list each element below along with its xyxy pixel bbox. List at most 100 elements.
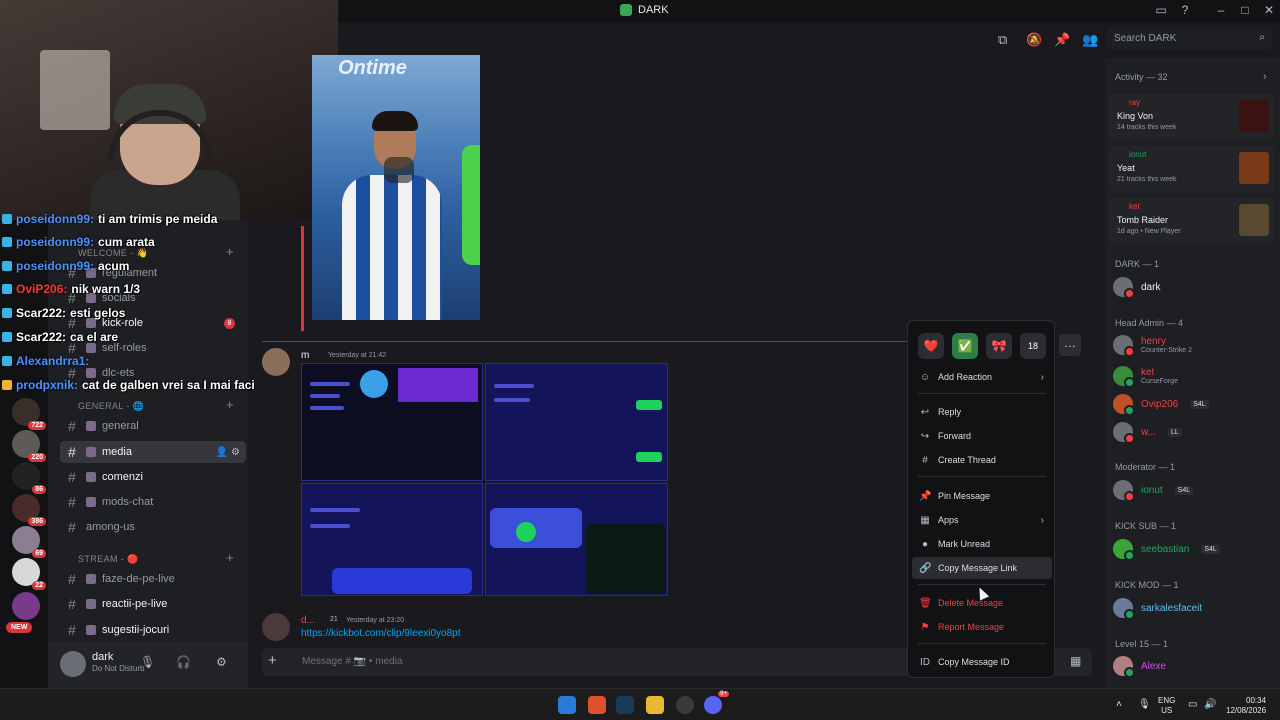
member-name: Alexe [1141, 660, 1167, 672]
close-icon[interactable]: ✕ [1260, 3, 1278, 17]
menu-copy-message-id[interactable]: ID Copy Message ID [912, 651, 1052, 673]
channel-media[interactable]: # media 👤 ⚙ [60, 441, 246, 463]
channel-emoji [86, 625, 96, 635]
play-icon[interactable] [384, 157, 414, 183]
activity-card[interactable]: ket Tomb Raider 1d ago • New Player [1109, 198, 1275, 244]
server-icon-1[interactable]: 722 [12, 398, 46, 430]
server-icon-4[interactable]: 386 [12, 494, 46, 526]
notifications-icon[interactable]: 🔕 [1026, 32, 1042, 48]
threads-icon[interactable]: ⧉ [998, 32, 1007, 48]
menu-forward[interactable]: ↪ Forward [912, 425, 1052, 447]
member-ket[interactable]: ket CurseForge [1113, 363, 1178, 389]
stream-chat-line: poseidonn99: ti am trimis pe meida [2, 210, 217, 228]
server-icon-5[interactable]: 69 [12, 526, 46, 558]
menu-copy-message-link[interactable]: 🔗 Copy Message Link [912, 557, 1052, 579]
message-author[interactable]: m [301, 350, 309, 361]
inbox-icon[interactable]: ▭ [1152, 3, 1170, 17]
reaction-check[interactable]: ✅ [952, 333, 978, 359]
menu-create-thread[interactable]: # Create Thread [912, 449, 1052, 471]
network-icon[interactable]: ▭ [1188, 699, 1197, 710]
language-indicator[interactable]: ENG US [1158, 696, 1175, 716]
menu-mark-unread[interactable]: ● Mark Unread [912, 533, 1052, 555]
more-options-button[interactable]: … [1059, 334, 1081, 356]
menu-apps[interactable]: ▦ Apps › [912, 509, 1052, 531]
reaction-18[interactable]: 18 [1020, 333, 1046, 359]
channel-settings-icon[interactable]: 👤 ⚙ [216, 447, 240, 458]
channel-comenzi[interactable]: # comenzi [60, 466, 246, 488]
reaction-ribbon[interactable]: 🎀 [986, 333, 1012, 359]
headphones-icon[interactable]: 🎧 [176, 655, 191, 669]
add-channel-icon[interactable]: + [226, 244, 234, 259]
discord-window: DARK ▭ ? – □ ✕ 722 220 86 386 69 22 NEW … [0, 0, 1280, 688]
microphone-icon[interactable]: 🎙 [140, 655, 155, 669]
menu-pin-message[interactable]: 📌 Pin Message [912, 485, 1052, 507]
channel-mods-chat[interactable]: # mods-chat [60, 491, 246, 513]
member-sarkalesfaceit[interactable]: sarkalesfaceit [1113, 595, 1202, 621]
members-icon[interactable]: 👥 [1082, 32, 1098, 48]
attachment-image[interactable] [301, 483, 483, 596]
server-icon-3[interactable]: 86 [12, 462, 46, 494]
channel-label: faze-de-pe-live [102, 573, 175, 585]
server-icon-7[interactable] [12, 592, 40, 620]
microphone-icon[interactable]: 🎙 [1138, 699, 1151, 710]
chat-user: prodpxnik: [16, 378, 78, 392]
obs-icon[interactable] [676, 696, 694, 714]
steam-icon[interactable] [616, 696, 634, 714]
message-author[interactable]: d... [301, 615, 315, 626]
channel-sugestii-jocuri[interactable]: # sugestii-jocuri [60, 619, 246, 641]
menu-add-reaction[interactable]: ☺ Add Reaction › [912, 366, 1052, 388]
member-ionut[interactable]: ionut S4L [1113, 477, 1194, 503]
thread-icon: # [922, 454, 928, 466]
activity-card[interactable]: ray King Von 14 tracks this week [1109, 94, 1275, 140]
clock[interactable]: 00:34 12/08/2026 [1226, 696, 1266, 716]
post-image[interactable]: Ontime [312, 55, 480, 320]
category-general[interactable]: GENERAL - 🌐 [78, 401, 144, 412]
add-channel-icon[interactable]: + [226, 550, 234, 565]
avatar[interactable] [60, 651, 86, 677]
attachment-image[interactable] [301, 363, 483, 481]
channel-faze-de-pe-live[interactable]: # faze-de-pe-live [60, 568, 246, 590]
member-dark[interactable]: dark [1113, 274, 1160, 300]
avatar [1113, 335, 1135, 357]
pin-icon[interactable]: 📌 [1054, 32, 1070, 48]
menu-reply[interactable]: ↩ Reply [912, 401, 1052, 423]
category-stream[interactable]: STREAM - 🔴 [78, 554, 139, 565]
server-icon-2[interactable]: 220 [12, 430, 46, 462]
member-henry[interactable]: henry Counter-Strike 2 [1113, 332, 1192, 358]
chevron-up-icon[interactable]: ˄ [1116, 699, 1122, 710]
channel-among-us[interactable]: # among-us [60, 516, 246, 538]
add-attachment-icon[interactable]: + [268, 652, 277, 669]
discord-icon[interactable]: 9+ [704, 691, 729, 714]
channel-general[interactable]: # general [60, 415, 246, 437]
member-alexe[interactable]: Alexe [1113, 653, 1166, 679]
file-explorer-icon[interactable] [646, 696, 664, 714]
volume-icon[interactable]: 🔊 [1204, 699, 1216, 710]
minimize-icon[interactable]: – [1212, 3, 1230, 17]
mark-unread-icon: ● [921, 538, 929, 550]
search-input[interactable]: Search DARK ⌕ [1107, 28, 1272, 50]
windows-start-icon[interactable] [558, 696, 576, 714]
server-icon-6[interactable]: 22 [12, 558, 46, 590]
avatar[interactable] [262, 348, 290, 376]
chevron-right-icon[interactable]: › [1263, 71, 1267, 83]
channel-reactii-pe-live[interactable]: # reactii-pe-live [60, 593, 246, 615]
maximize-icon[interactable]: □ [1236, 3, 1254, 17]
hash-icon: # [68, 571, 76, 587]
message-link[interactable]: https://kickbot.com/clip/9leexi0yo8pt [301, 628, 461, 639]
help-icon[interactable]: ? [1176, 3, 1194, 17]
new-messages-divider [262, 341, 912, 342]
add-channel-icon[interactable]: + [226, 397, 234, 412]
member-ovip206[interactable]: Ovip206 S4L [1113, 391, 1209, 417]
avatar[interactable] [262, 613, 290, 641]
apps-icon[interactable]: ▦ [1070, 654, 1081, 668]
activity-card[interactable]: ionut Yeat 21 tracks this week [1109, 146, 1275, 192]
attachment-image[interactable] [485, 483, 668, 596]
brave-browser-icon[interactable] [588, 696, 606, 714]
member-seebastian[interactable]: seebastian S4L [1113, 536, 1220, 562]
reaction-heart[interactable]: ❤️ [918, 333, 944, 359]
member-w[interactable]: w... LL [1113, 419, 1182, 445]
gear-icon[interactable]: ⚙ [216, 655, 227, 669]
menu-report-message[interactable]: ⚑ Report Message [912, 616, 1052, 638]
menu-label: Copy Message ID [938, 657, 1010, 667]
attachment-image[interactable] [485, 363, 668, 481]
